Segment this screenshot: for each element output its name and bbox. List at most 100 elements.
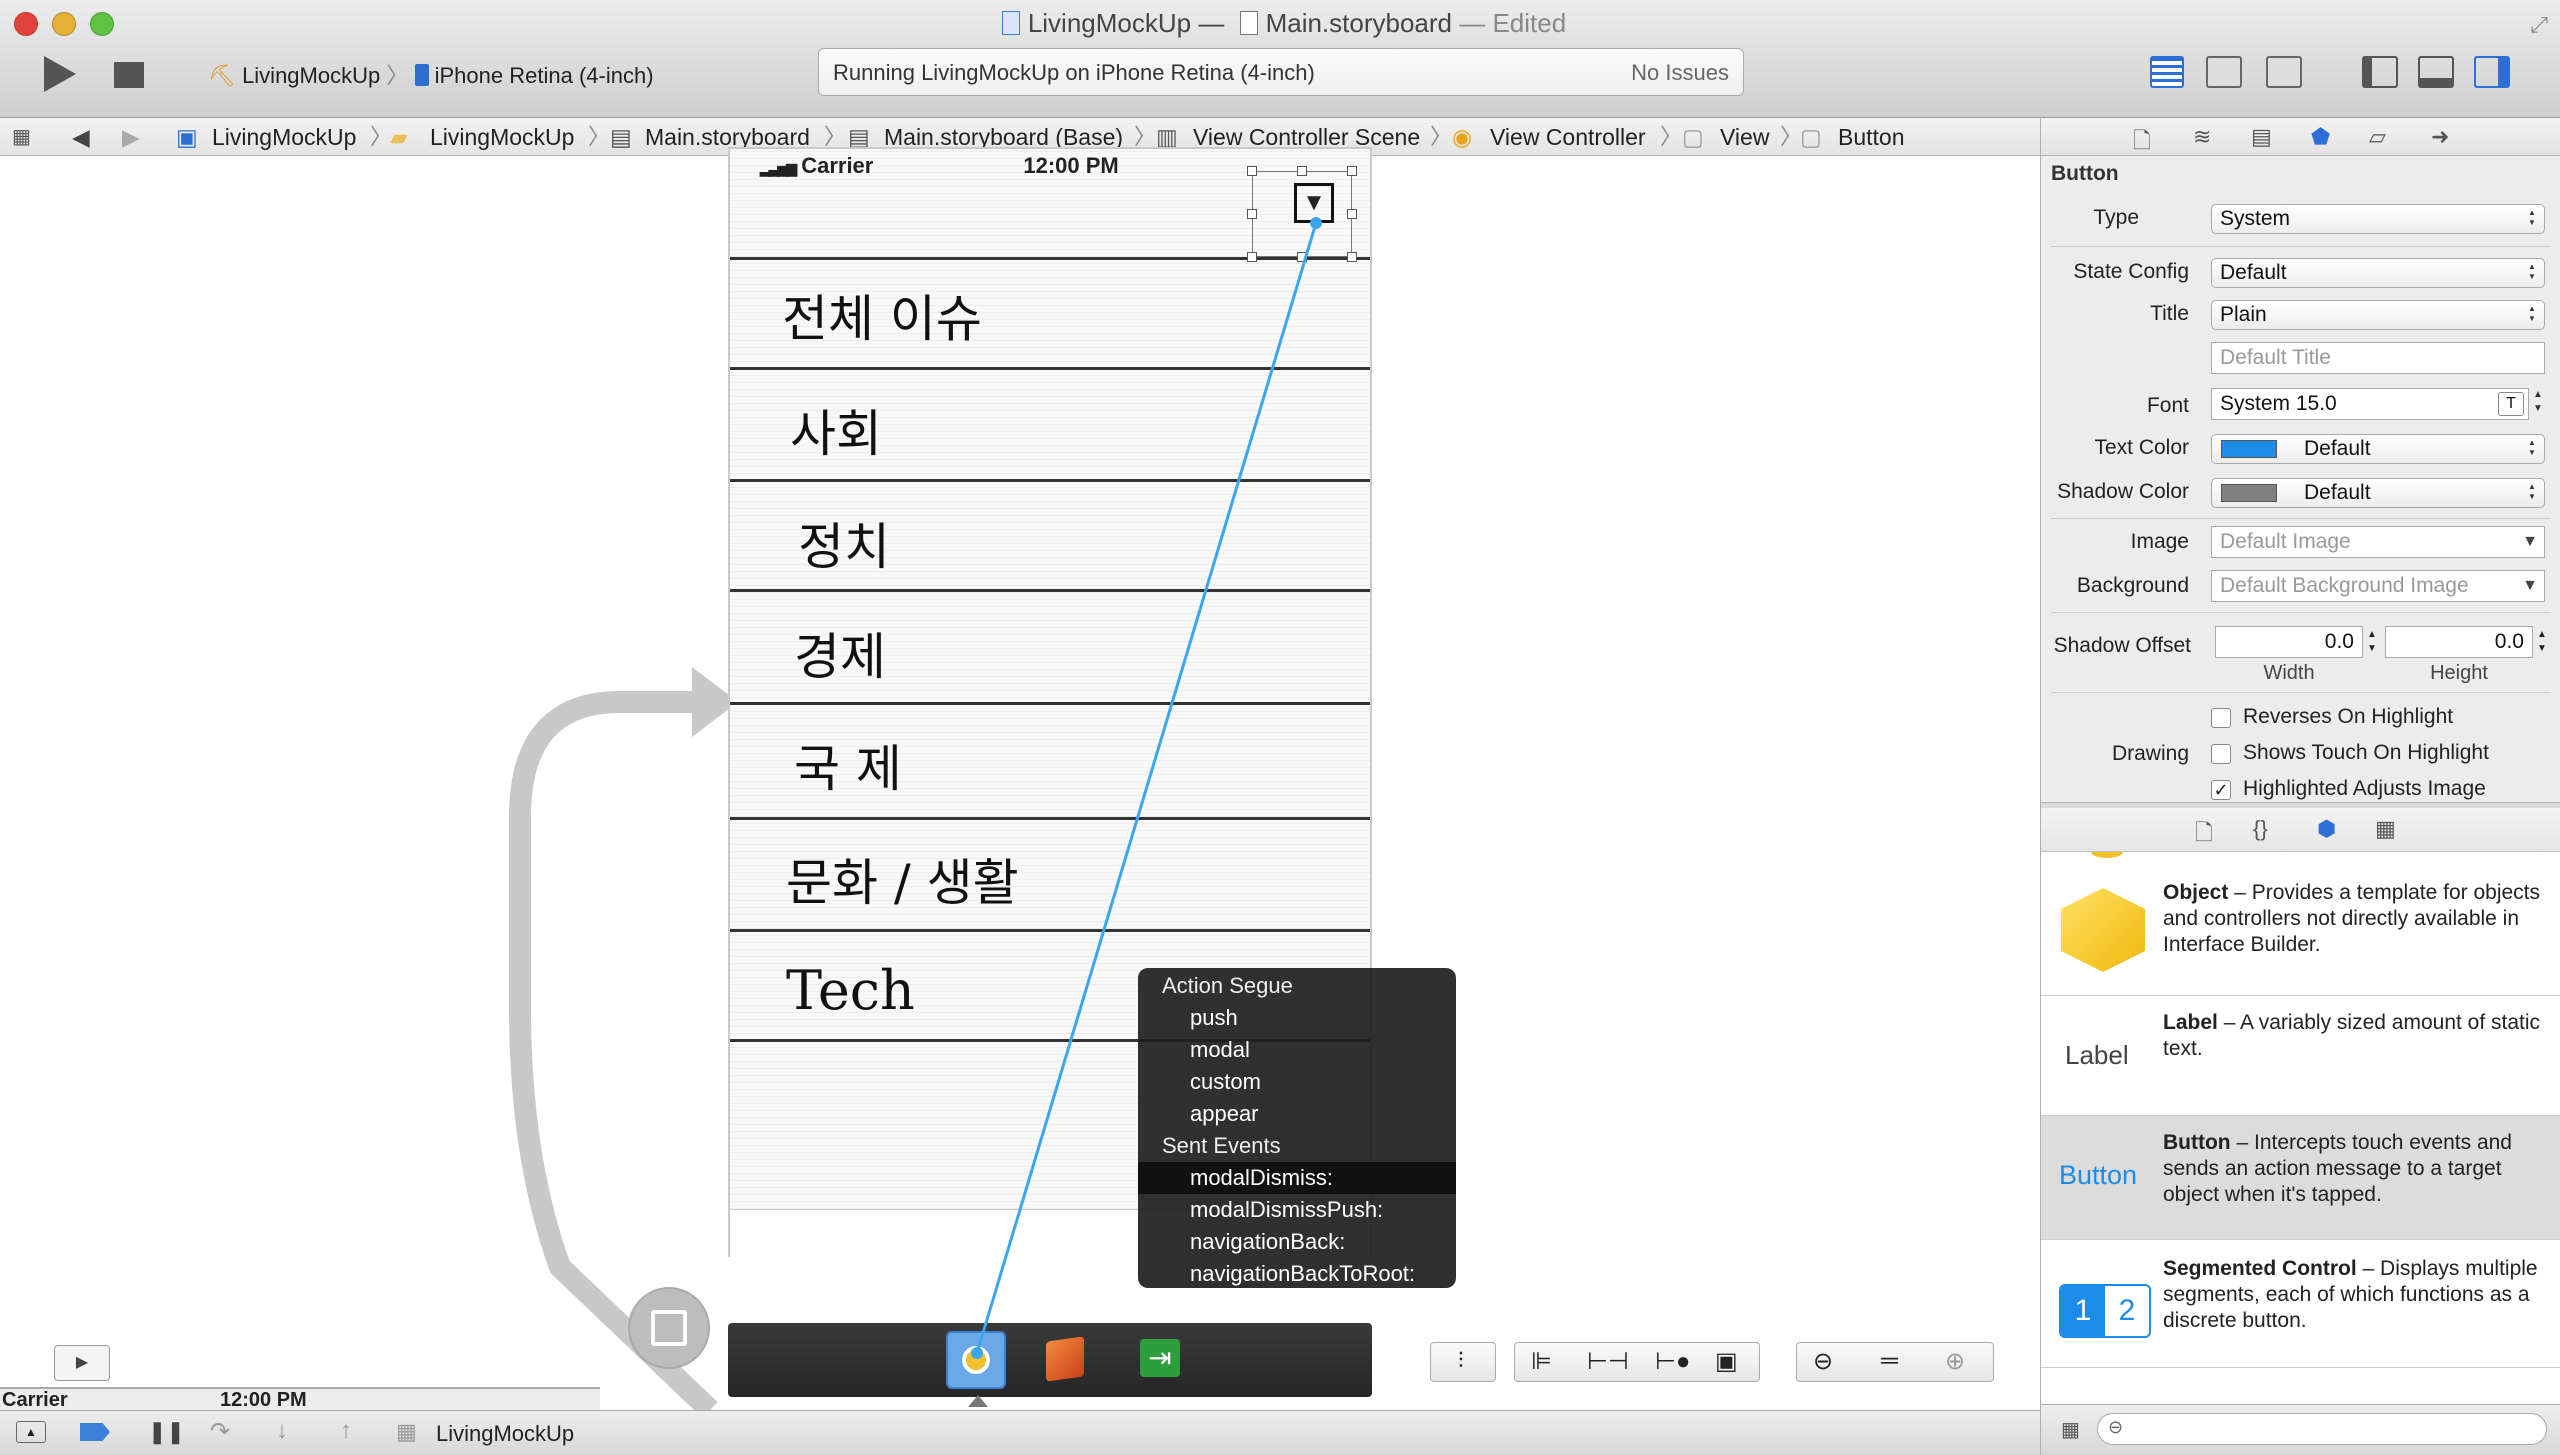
breadcrumb-button[interactable]: Button: [1838, 118, 1905, 156]
shadow-width-field[interactable]: 0.0: [2215, 626, 2363, 658]
background-field[interactable]: Default Background Image ▼: [2211, 570, 2545, 602]
menu-item-modal[interactable]: modal: [1138, 1034, 1456, 1066]
file-inspector-icon[interactable]: 🗋: [2133, 124, 2151, 162]
shadow-width-stepper[interactable]: ▲ ▼: [2367, 628, 2377, 656]
resolve-issues-icon[interactable]: ⊢●: [1655, 1347, 1690, 1376]
first-responder-icon[interactable]: [1046, 1336, 1084, 1382]
resize-handle[interactable]: [1247, 209, 1257, 219]
debug-area-toggle-icon[interactable]: [2418, 56, 2454, 88]
identity-inspector-icon[interactable]: ▤: [2251, 124, 2272, 150]
step-out-icon[interactable]: ↑: [340, 1417, 352, 1445]
zoom-out-icon[interactable]: ⊖: [1813, 1347, 1833, 1376]
related-items-icon[interactable]: ▦: [12, 118, 31, 156]
align-icon[interactable]: ⊫: [1531, 1347, 1552, 1376]
row-economy[interactable]: 경제: [794, 617, 886, 689]
menu-item-push[interactable]: push: [1138, 1002, 1456, 1034]
menu-item-modal-dismiss-push[interactable]: modalDismissPush:: [1138, 1194, 1456, 1226]
scene-navigation-button[interactable]: [628, 1287, 710, 1369]
object-library-list[interactable]: Object – Provides a template for objects…: [2041, 852, 2560, 1404]
font-label: Font: [2146, 394, 2189, 417]
state-config-popup[interactable]: Default: [2211, 258, 2545, 288]
resizing-behavior-icon[interactable]: ▣: [1715, 1347, 1738, 1376]
debug-process-name[interactable]: LivingMockUp: [436, 1421, 574, 1447]
utilities-toggle-icon[interactable]: [2474, 56, 2510, 88]
dock-view-controller-selected[interactable]: [946, 1331, 1006, 1389]
breakpoints-toggle-icon[interactable]: [80, 1423, 110, 1441]
shadow-height-field[interactable]: 0.0: [2385, 626, 2533, 658]
background-dropdown-icon[interactable]: ▼: [2522, 571, 2538, 601]
resize-handle[interactable]: [1297, 252, 1307, 262]
pause-icon[interactable]: ❚❚: [148, 1419, 185, 1445]
document-outline-toggle[interactable]: ▶: [54, 1345, 110, 1381]
menu-item-modal-dismiss[interactable]: modalDismiss:: [1138, 1162, 1456, 1194]
object-library-icon[interactable]: ⬢: [2317, 816, 2336, 842]
grid-view-icon[interactable]: ▦: [2061, 1417, 2080, 1442]
resize-handle[interactable]: [1297, 166, 1307, 176]
size-inspector-icon[interactable]: ▱: [2369, 124, 2386, 150]
breadcrumb-view[interactable]: View: [1720, 118, 1769, 156]
file-template-library-icon[interactable]: 🗋: [2195, 816, 2213, 854]
quick-help-icon[interactable]: ≋: [2193, 124, 2211, 150]
menu-item-navigation-back-to-root[interactable]: navigationBackToRoot:: [1138, 1258, 1456, 1290]
breadcrumb-view-controller[interactable]: View Controller: [1490, 118, 1646, 156]
shows-touch-on-highlight-checkbox[interactable]: [2211, 744, 2231, 764]
font-size-stepper[interactable]: ▲ ▼: [2533, 388, 2543, 416]
fullscreen-icon[interactable]: ⤢: [2530, 12, 2548, 38]
second-scene-partial[interactable]: Carrier 12:00 PM: [0, 1387, 600, 1410]
scheme-selector[interactable]: ⛏ LivingMockUp 〉 iPhone Retina (4-inch): [208, 58, 654, 90]
simulated-metrics-button[interactable]: ⫶: [1430, 1342, 1496, 1382]
title-field[interactable]: Default Title: [2220, 346, 2331, 369]
navigator-toggle-icon[interactable]: [2362, 56, 2398, 88]
assistant-editor-icon[interactable]: [2206, 56, 2242, 88]
resize-handle[interactable]: [1247, 252, 1257, 262]
stop-button[interactable]: [114, 62, 144, 88]
breadcrumb-project[interactable]: LivingMockUp: [212, 118, 356, 156]
library-filter-field[interactable]: ⊖: [2097, 1413, 2547, 1445]
back-arrow-icon[interactable]: ◀: [72, 118, 90, 156]
version-editor-icon[interactable]: [2266, 56, 2302, 88]
code-snippet-library-icon[interactable]: {}: [2253, 816, 2268, 842]
run-button[interactable]: [44, 56, 76, 92]
row-politics[interactable]: 정치: [798, 507, 890, 579]
zoom-actual-icon[interactable]: ═: [1881, 1347, 1898, 1375]
step-into-icon[interactable]: ↓: [276, 1417, 288, 1445]
hide-debug-area-icon[interactable]: ▲: [16, 1421, 46, 1443]
storyboard-canvas[interactable]: ▂▃▅▆ Carrier 12:00 PM ▼ 전체 이슈 사회 정치 경제 국 …: [0, 147, 2040, 1410]
resize-handle[interactable]: [1347, 252, 1357, 262]
standard-editor-icon[interactable]: [2150, 56, 2184, 88]
resize-handle[interactable]: [1247, 166, 1257, 176]
connections-inspector-icon[interactable]: ➜: [2431, 124, 2449, 150]
image-field[interactable]: Default Image ▼: [2211, 526, 2545, 558]
library-item-button[interactable]: Button Button – Intercepts touch events …: [2041, 1116, 2560, 1240]
issues-count[interactable]: No Issues: [1631, 60, 1729, 86]
library-item-label[interactable]: Label Label – A variably sized amount of…: [2041, 996, 2560, 1116]
forward-arrow-icon[interactable]: ▶: [122, 118, 140, 156]
media-library-icon[interactable]: ▦: [2375, 816, 2396, 842]
pin-icon[interactable]: ⊢⊣: [1587, 1347, 1629, 1376]
font-field[interactable]: System 15.0 T: [2211, 388, 2529, 420]
resize-handle[interactable]: [1347, 166, 1357, 176]
library-item-object[interactable]: Object – Provides a template for objects…: [2041, 868, 2560, 996]
attributes-inspector-icon[interactable]: ⬟: [2311, 124, 2330, 150]
row-tech[interactable]: Tech: [786, 959, 915, 1022]
breadcrumb-group[interactable]: LivingMockUp: [430, 118, 574, 156]
image-dropdown-icon[interactable]: ▼: [2522, 527, 2538, 557]
row-international[interactable]: 국 제: [794, 729, 902, 801]
menu-item-appear[interactable]: appear: [1138, 1098, 1456, 1130]
type-popup[interactable]: System: [2211, 204, 2545, 234]
font-picker-icon[interactable]: T: [2498, 392, 2524, 416]
zoom-in-icon[interactable]: ⊕: [1945, 1347, 1965, 1376]
library-item-segmented-control[interactable]: 1 2 Segmented Control – Displays multipl…: [2041, 1240, 2560, 1368]
resize-handle[interactable]: [1347, 209, 1357, 219]
row-culture[interactable]: 문화 / 생활: [786, 843, 1019, 915]
highlighted-adjusts-image-checkbox[interactable]: ✓: [2211, 780, 2231, 800]
menu-item-custom[interactable]: custom: [1138, 1066, 1456, 1098]
reverses-on-highlight-checkbox[interactable]: [2211, 708, 2231, 728]
exit-icon[interactable]: ⇥: [1140, 1339, 1180, 1377]
row-society[interactable]: 사회: [790, 394, 882, 466]
row-all-issues[interactable]: 전체 이슈: [782, 279, 982, 351]
title-type-popup[interactable]: Plain: [2211, 300, 2545, 330]
shadow-height-stepper[interactable]: ▲ ▼: [2537, 628, 2547, 656]
step-over-icon[interactable]: ↷: [210, 1417, 230, 1446]
menu-item-navigation-back[interactable]: navigationBack:: [1138, 1226, 1456, 1258]
